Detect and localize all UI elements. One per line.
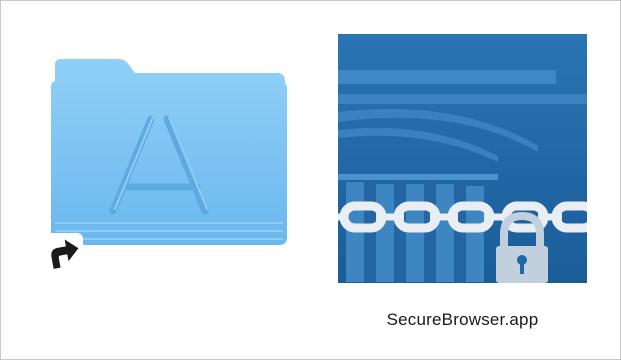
app-filename-label[interactable]: SecureBrowser.app: [338, 310, 587, 330]
secure-browser-app[interactable]: SecureBrowser.app: [338, 34, 588, 334]
finder-window: SecureBrowser.app: [0, 0, 621, 360]
applications-folder-alias[interactable]: [41, 51, 291, 291]
secure-browser-app-icon: [338, 34, 587, 283]
alias-arrow-icon: [43, 233, 83, 273]
applications-folder-icon: [51, 59, 287, 245]
